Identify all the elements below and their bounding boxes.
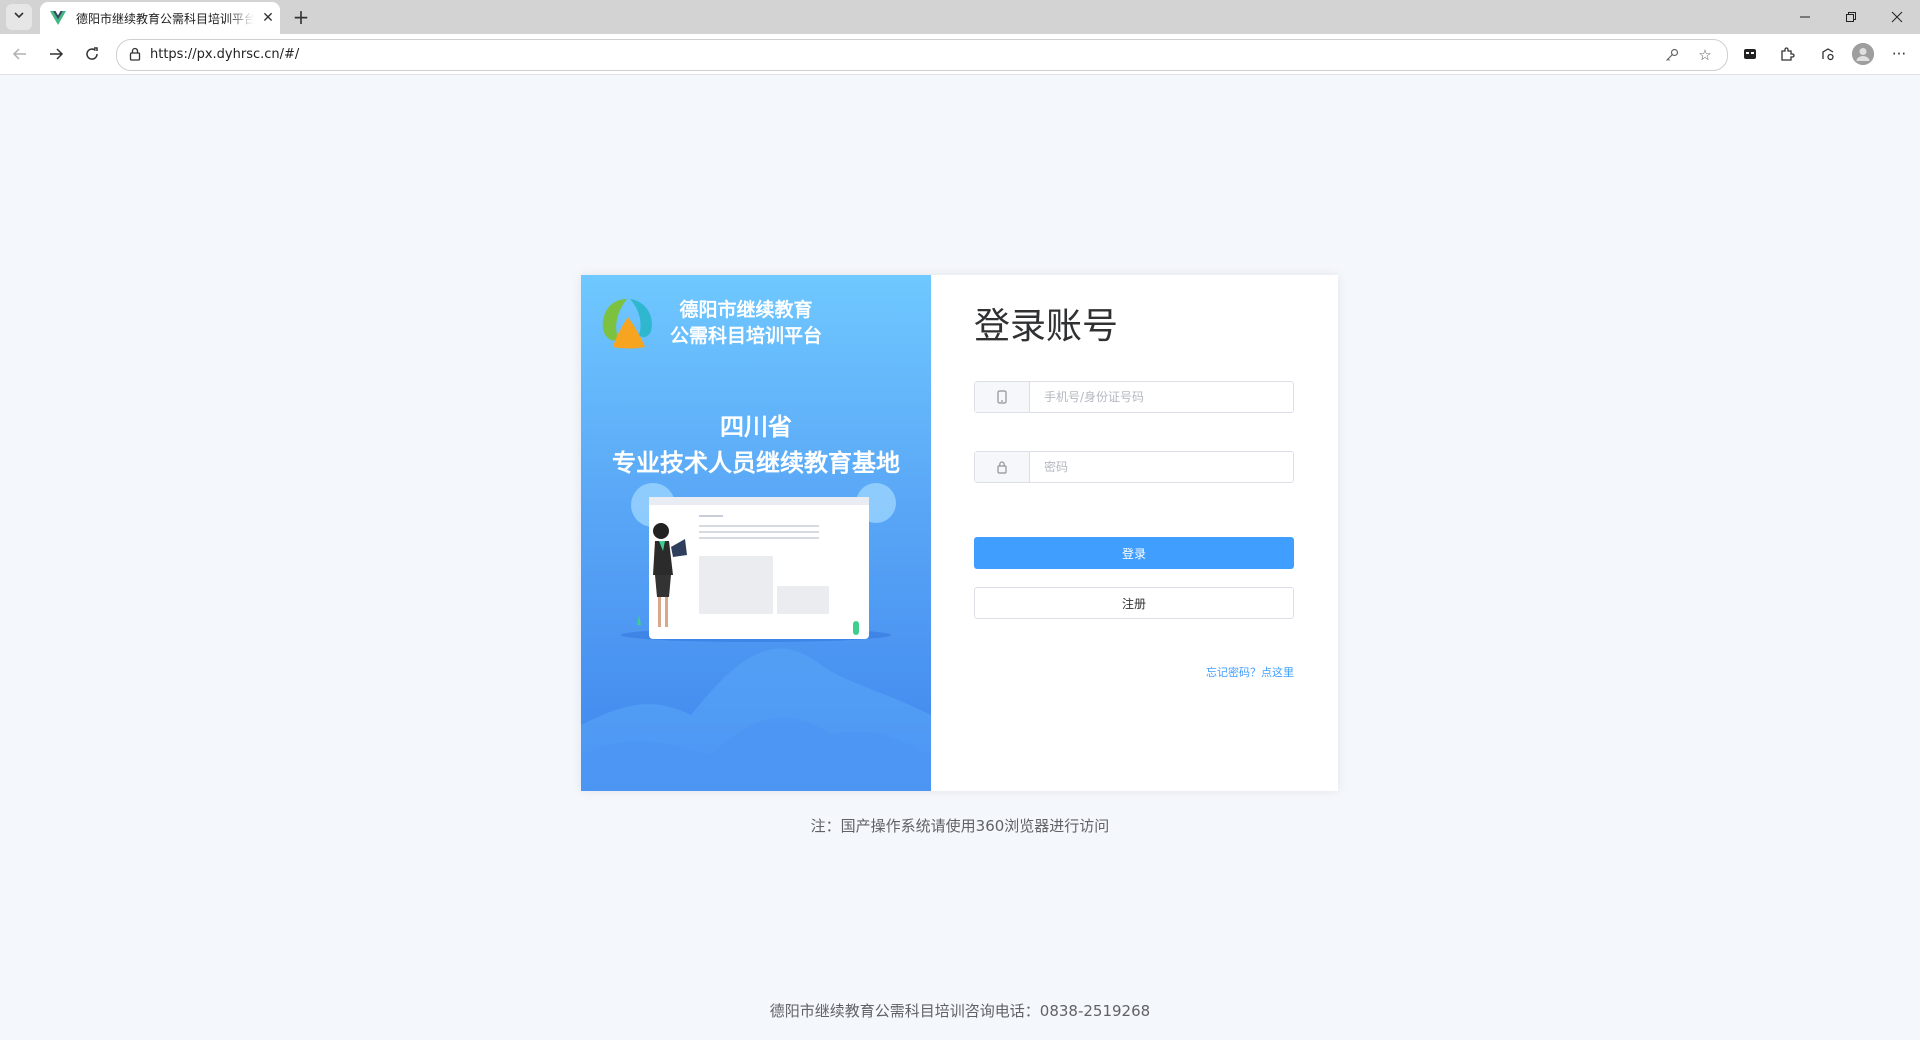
login-card: 德阳市继续教育 公需科目培训平台 四川省 专业技术人员继续教育基地 登录账号 手… <box>581 275 1338 791</box>
browser-note: 注：国产操作系统请使用360浏览器进行访问 <box>810 817 1110 835</box>
tab-title: 德阳市继续教育公需科目培训平台 <box>76 11 254 26</box>
lock-icon[interactable] <box>127 46 143 62</box>
browser-tab[interactable]: 德阳市继续教育公需科目培训平台 ✕ <box>40 2 280 34</box>
site-name-line2: 公需科目培训平台 <box>669 325 822 347</box>
login-title: 登录账号 <box>974 306 1119 347</box>
close-icon[interactable]: ✕ <box>260 10 276 26</box>
restore-button[interactable] <box>1828 0 1874 34</box>
site-logo <box>599 293 657 351</box>
more-icon[interactable]: ··· <box>1887 42 1911 66</box>
login-button[interactable]: 登录 <box>974 537 1294 569</box>
close-window-button[interactable] <box>1874 0 1920 34</box>
address-bar[interactable]: https://px.dyhrsc.cn/#/ ☆ <box>116 39 1728 71</box>
star-icon[interactable]: ☆ <box>1695 45 1715 65</box>
office-illustration <box>581 483 931 791</box>
url-text[interactable]: https://px.dyhrsc.cn/#/ <box>150 47 299 62</box>
address-toolbar: https://px.dyhrsc.cn/#/ ☆ ··· <box>0 34 1920 75</box>
tab-list-button[interactable] <box>6 4 32 30</box>
collections-icon[interactable] <box>1738 42 1762 66</box>
arrow-left-icon[interactable] <box>6 40 34 68</box>
browser-tab-bar: 德阳市继续教育公需科目培训平台 ✕ + <box>0 0 1920 34</box>
password-field[interactable] <box>974 451 1294 483</box>
lock-icon <box>975 452 1030 482</box>
avatar-icon[interactable] <box>1852 43 1874 65</box>
minimize-button[interactable] <box>1782 0 1828 34</box>
browser-essentials-icon[interactable] <box>1816 42 1840 66</box>
page-body: 德阳市继续教育 公需科目培训平台 四川省 专业技术人员继续教育基地 登录账号 手… <box>0 75 1920 1040</box>
mobile-phone-icon <box>975 382 1030 412</box>
username-field[interactable] <box>974 381 1294 413</box>
extensions-icon[interactable] <box>1775 42 1799 66</box>
login-form: 登录账号 登录 注册 忘记密码？点这里 <box>931 275 1338 791</box>
password-input[interactable] <box>1030 452 1292 482</box>
headline-line1: 四川省 <box>720 413 792 441</box>
register-button[interactable]: 注册 <box>974 587 1294 619</box>
plus-icon[interactable]: + <box>288 4 314 30</box>
arrow-right-icon[interactable] <box>42 40 70 68</box>
reload-icon[interactable] <box>78 40 106 68</box>
banner-headline: 四川省 专业技术人员继续教育基地 <box>581 409 931 481</box>
footer-contact: 德阳市继续教育公需科目培训咨询电话：0838-2519268 <box>769 1002 1151 1020</box>
username-input[interactable] <box>1030 382 1292 412</box>
chevron-down-icon <box>13 9 25 25</box>
promo-banner: 德阳市继续教育 公需科目培训平台 四川省 专业技术人员继续教育基地 <box>581 275 931 791</box>
site-name-line1: 德阳市继续教育 <box>679 299 813 321</box>
forgot-password-link[interactable]: 忘记密码？点这里 <box>1206 664 1294 680</box>
vue-logo-icon <box>50 10 66 26</box>
key-icon[interactable] <box>1662 45 1682 65</box>
site-name: 德阳市继续教育 公需科目培训平台 <box>661 297 831 349</box>
